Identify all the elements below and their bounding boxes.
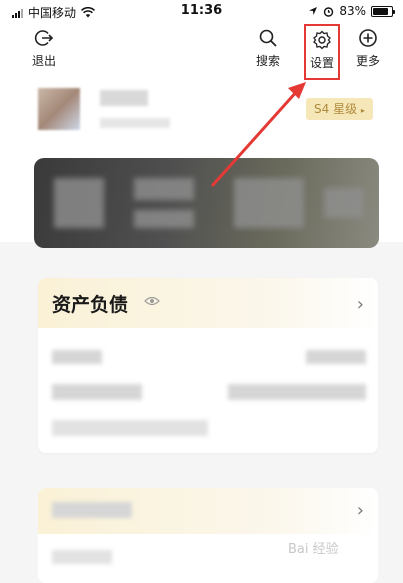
card-content-redacted: [52, 550, 112, 564]
logout-icon: [34, 30, 54, 46]
eye-icon[interactable]: [144, 296, 160, 306]
member-level-label: S4 星级: [314, 102, 358, 116]
settings-label: 设置: [309, 56, 334, 70]
member-level-badge[interactable]: S4 星级 ▸: [306, 98, 373, 120]
member-card-content-redacted: [234, 178, 304, 228]
chevron-right-icon[interactable]: ›: [357, 294, 364, 315]
assets-title: 资产负债: [52, 294, 129, 316]
more-button[interactable]: 更多: [356, 28, 380, 69]
location-icon: [309, 7, 318, 15]
assets-liabilities-card[interactable]: 资产负债 ›: [38, 278, 378, 453]
asset-value-redacted: [306, 350, 366, 364]
status-bar: 中国移动 11:36 83%: [0, 0, 403, 22]
card-title-redacted: [52, 502, 132, 518]
asset-value-redacted: [52, 384, 142, 400]
second-card-header[interactable]: ›: [38, 488, 378, 534]
status-right: 83%: [308, 4, 395, 18]
avatar[interactable]: [38, 88, 80, 130]
member-card[interactable]: [34, 158, 379, 248]
search-icon: [259, 29, 277, 47]
member-card-content-redacted: [324, 188, 364, 218]
user-name-redacted: [100, 90, 148, 106]
second-card[interactable]: ›: [38, 488, 378, 583]
search-button[interactable]: 搜索: [256, 28, 280, 69]
asset-value-redacted: [228, 384, 366, 400]
account-header: 退出 搜索 设置 更多 S4 星级 ▸: [0, 22, 403, 248]
asset-value-redacted: [52, 420, 208, 436]
plus-circle-icon: [359, 29, 377, 47]
battery-percent: 83%: [339, 4, 366, 18]
logout-label: 退出: [32, 54, 57, 68]
chevron-right-icon[interactable]: ›: [357, 500, 364, 521]
member-card-content-redacted: [54, 178, 104, 228]
battery-icon: [371, 5, 395, 17]
baidu-jingyan-watermark: Bai 经验: [288, 542, 339, 557]
chevron-right-small-icon: ▸: [360, 106, 365, 115]
search-label: 搜索: [256, 54, 281, 68]
alarm-icon: [324, 6, 334, 17]
gear-icon: [313, 30, 331, 50]
assets-card-header[interactable]: 资产负债 ›: [38, 278, 378, 328]
member-card-content-redacted: [134, 178, 194, 200]
logout-button[interactable]: 退出: [32, 28, 56, 69]
user-subtitle-redacted: [100, 118, 170, 128]
more-label: 更多: [356, 54, 381, 68]
member-card-content-redacted: [134, 210, 194, 228]
settings-button[interactable]: 设置: [304, 24, 340, 80]
asset-value-redacted: [52, 350, 102, 364]
